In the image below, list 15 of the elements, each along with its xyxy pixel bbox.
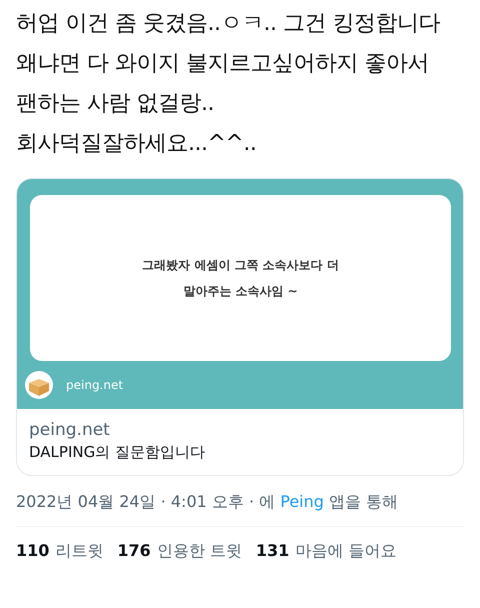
tweet-meta: 2022년 04월 24일 · 4:01 오후 · 에 Peing 앱을 통해 <box>16 490 464 527</box>
stat-count[interactable]: 176 <box>117 541 151 560</box>
stat-count[interactable]: 110 <box>16 541 50 560</box>
box-avatar-icon <box>24 370 54 400</box>
site-name: peing.net <box>66 377 124 394</box>
stat-label[interactable]: 리트윗 <box>55 541 104 560</box>
stat-label[interactable]: 인용한 트윗 <box>156 541 242 560</box>
question-text: 말아주는 소속사임 ~ <box>183 283 298 300</box>
card-domain: peing.net <box>29 419 111 441</box>
card-title: DALPING의 질문함입니다 <box>29 442 206 463</box>
tweet-text: 허업 이건 좀 웃겼음..ㅇㅋ.. 그건 킹정합니다 왜냐면 다 와이지 불지르고싶어하지 좋아서 팬하는 사람 없걸랑.. 회사덕질잘하세요...^^.. <box>15 10 441 158</box>
stat-label[interactable]: 마음에 들어요 <box>295 541 396 560</box>
question-text: 그래봤자 에셈이 그쪽 소속사보다 더 <box>142 257 339 274</box>
stat-count[interactable]: 131 <box>256 541 290 560</box>
link-card[interactable]: 그래봤자 에셈이 그쪽 소속사보다 더 말아주는 소속사임 ~ peing.net peing.net DALPING의 질문함입니다 <box>16 178 464 476</box>
